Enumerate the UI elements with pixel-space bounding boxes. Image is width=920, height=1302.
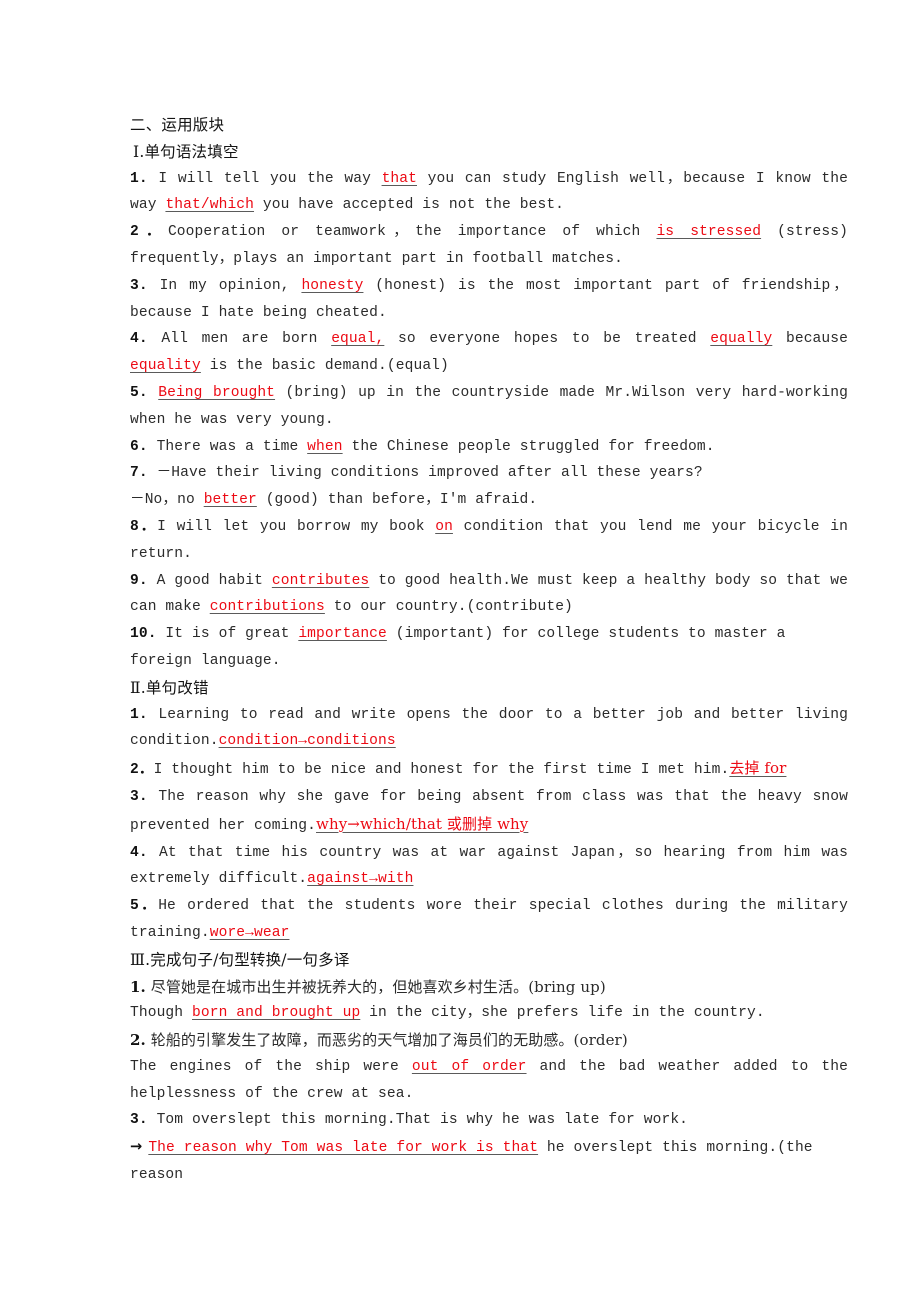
answer-blank: that/which [165,197,255,214]
answer-blank: equal, [331,331,385,348]
correction-answer: 去掉 for [729,759,787,778]
item-number: 3. [130,277,148,294]
exercise-item: Though born and brought up in the city，s… [130,1000,848,1027]
item-number: 10. [130,626,157,643]
item-number: 7. [130,465,148,482]
item-text-0: It is of great [156,626,299,643]
item-text-0: Though [130,1005,193,1022]
item-text-2: you have accepted is not the best. [254,197,565,214]
item-text-0: At that time his country was at war agai… [130,844,848,888]
exercise-item: 8．I will let you borrow my book on condi… [130,514,848,568]
exercise-item: 9. A good habit contributes to good heal… [130,568,848,622]
document-page: 二、运用版块 Ⅰ.单句语法填空 1. I will tell you the w… [0,0,920,1302]
correction-answer: condition→conditions [218,733,396,750]
section-heading-3: Ⅲ.完成句子/句型转换/一句多译 [130,950,350,969]
exercise-item: 7. －Have their living conditions improve… [130,460,848,487]
item-number: 1. [130,170,148,187]
answer-blank: Being brought [158,384,276,401]
exercise-item: 3. The reason why she gave for being abs… [130,784,848,840]
item-number: 4. [130,331,148,348]
item-text-0: Cooperation or teamwork，the importance o… [167,224,657,241]
item-text-0: The engines of the ship were [130,1058,412,1075]
exercise-item: The engines of the ship were out of orde… [130,1054,848,1108]
answer-blank: The reason why Tom was late for work is … [148,1140,539,1157]
exercise-item: 4. All men are born equal, so everyone h… [130,326,848,380]
item-text-0: There was a time [147,438,308,455]
answer-blank: equality [130,358,201,375]
document-body: 二、运用版块 Ⅰ.单句语法填空 1. I will tell you the w… [130,112,848,1189]
item-text-0: －Have their living conditions improved a… [147,465,703,482]
item-text-0: 尽管她是在城市出生并被抚养大的，但她喜欢乡村生活。(bring up) [145,977,606,996]
item-number: 3. [130,788,148,805]
exercise-item: 3. In my opinion, honesty (honest) is th… [130,273,848,327]
item-text-0: I will tell you the way [147,170,382,187]
item-text-0: －No，no [130,492,204,509]
item-text-0: I thought him to be nice and honest for … [153,762,730,779]
exercise-item: 4. At that time his country was at war a… [130,840,848,894]
item-text-0 [148,385,159,401]
item-text-0: All men are born [147,331,332,348]
exercise-item: 2．Cooperation or teamwork，the importance… [130,219,848,273]
exercise-item: 1. Learning to read and write opens the … [130,702,848,756]
item-number: 1. [130,706,148,723]
exercise-item: 5．He ordered that the students wore thei… [130,893,848,947]
answer-blank: equally [710,331,773,348]
item-text-2: because [772,331,848,348]
item-text-3: is the basic demand.(equal) [200,358,449,375]
transform-arrow-icon: → [130,1138,143,1156]
correction-answer: wore→wear [209,924,290,941]
exercise-item: －No，no better (good) than before，I'm afr… [130,487,848,514]
item-number: 5． [130,898,159,915]
exercise-item: 10. It is of great importance (important… [130,621,848,675]
answer-blank: contributes [271,572,370,589]
answer-blank: when [307,438,343,455]
item-text-0: Tom overslept this morning.That is why h… [147,1112,689,1129]
item-number: 8． [130,518,158,535]
item-text-1: (good) than before，I'm afraid. [256,492,538,509]
item-number: 3. [130,1112,148,1129]
answer-blank: importance [298,626,387,643]
section-heading-2: Ⅱ.单句改错 [130,678,209,697]
answer-blank: better [203,492,257,509]
exercise-item: 2. 轮船的引擎发生了故障，而恶劣的天气增加了海员们的无助感。(order) [130,1027,848,1054]
answer-blank: on [435,518,453,535]
item-text-0: I will let you borrow my book [157,518,436,535]
exercise-item: 5. Being brought (bring) up in the count… [130,380,848,434]
answer-blank: that [381,170,417,187]
exercise-item: → The reason why Tom was late for work is… [130,1134,848,1189]
exercise-item: 6. There was a time when the Chinese peo… [130,434,848,461]
correction-answer: why→which/that 或删掉 why [316,814,529,833]
item-number: 9. [130,572,148,589]
item-text-1: so everyone hopes to be treated [384,331,711,348]
item-text-1: in the city，she prefers life in the coun… [360,1005,765,1022]
item-number: 2． [130,762,154,779]
item-text-0: 轮船的引擎发生了故障，而恶劣的天气增加了海员们的无助感。(order) [145,1031,628,1050]
item-number: 4. [130,844,148,861]
answer-blank: is stressed [656,224,762,241]
item-text-2: to our country.(contribute) [324,599,573,616]
exercise-item: 3. Tom overslept this morning.That is wh… [130,1107,848,1134]
exercise-item: 1. 尽管她是在城市出生并被抚养大的，但她喜欢乡村生活。(bring up) [130,974,848,1001]
item-number: 2． [130,224,168,241]
exercise-item: 1. I will tell you the way that you can … [130,166,848,220]
exercise-item: 2．I thought him to be nice and honest fo… [130,755,848,784]
item-number: 2. [130,1031,146,1050]
document-section-title: 二、运用版块 [130,116,225,134]
item-text-0: In my opinion, [147,277,302,294]
item-number: 5. [130,384,148,401]
answer-blank: born and brought up [192,1005,361,1022]
answer-blank: contributions [209,599,325,616]
item-number: 6. [130,438,148,455]
correction-answer: against→with [307,871,414,888]
item-number: 1. [130,977,146,996]
answer-blank: honesty [301,277,364,294]
answer-blank: out of order [411,1058,527,1075]
item-text-0: A good habit [147,572,272,589]
item-text-1: the Chinese people struggled for freedom… [342,438,715,455]
section-heading-1: Ⅰ.单句语法填空 [133,142,239,161]
